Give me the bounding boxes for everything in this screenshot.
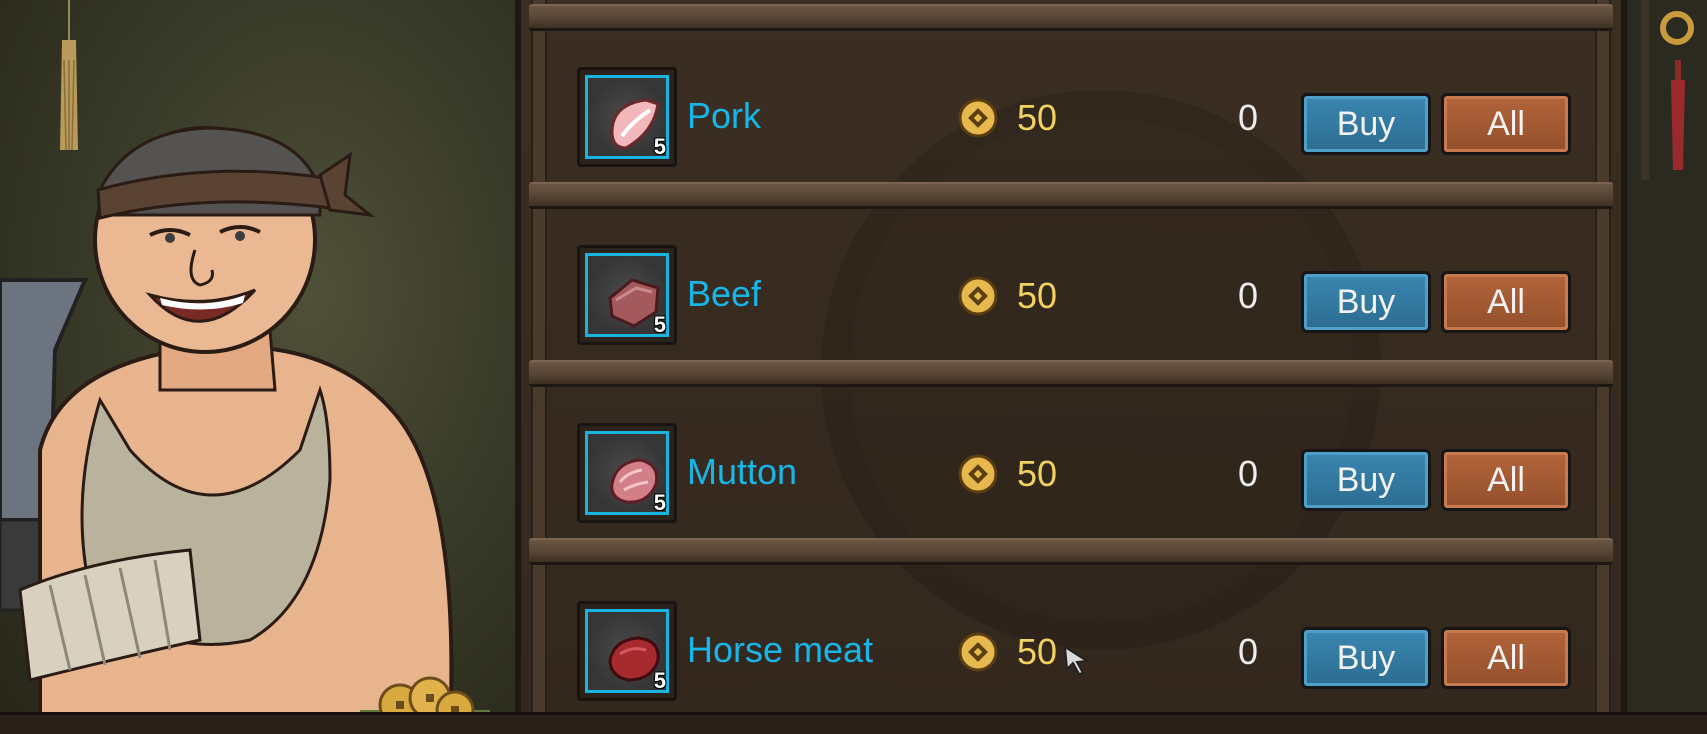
item-name: Pork xyxy=(687,95,762,136)
item-slot[interactable]: 5 xyxy=(577,601,677,701)
item-price: 50 xyxy=(1017,631,1058,672)
shop-item-row-mutton: 5 Mutton 50 0 Buy All xyxy=(561,413,1601,523)
coin-icon xyxy=(958,276,998,316)
shop-item-row-pork: 5 Pork 50 0 Buy All xyxy=(561,57,1601,167)
mouse-cursor-icon xyxy=(1063,645,1090,675)
item-quantity: 5 xyxy=(653,134,666,159)
buy-all-button[interactable]: All xyxy=(1441,627,1571,689)
item-price: 50 xyxy=(1017,453,1058,494)
item-name: Beef xyxy=(687,273,762,314)
shelf-divider xyxy=(529,360,1613,387)
item-price: 50 xyxy=(1017,97,1058,138)
coin-icon xyxy=(958,454,998,494)
item-name: Mutton xyxy=(687,451,798,492)
buy-button[interactable]: Buy xyxy=(1301,93,1431,155)
buy-button[interactable]: Buy xyxy=(1301,449,1431,511)
item-owned-count: 0 xyxy=(1237,97,1259,138)
item-name: Horse meat xyxy=(687,629,874,670)
item-slot[interactable]: 5 xyxy=(577,423,677,523)
item-slot[interactable]: 5 xyxy=(577,67,677,167)
item-slot[interactable]: 5 xyxy=(577,245,677,345)
item-owned-count: 0 xyxy=(1237,631,1259,672)
item-quantity: 5 xyxy=(653,490,666,515)
hanging-coin-charm-icon xyxy=(1641,0,1694,731)
buy-all-button[interactable]: All xyxy=(1441,93,1571,155)
shelf-divider xyxy=(529,538,1613,565)
coin-icon xyxy=(958,632,998,672)
buy-all-button[interactable]: All xyxy=(1441,449,1571,511)
shelf-divider xyxy=(529,4,1613,31)
item-quantity: 5 xyxy=(653,668,666,693)
buy-button[interactable]: Buy xyxy=(1301,627,1431,689)
buy-all-button[interactable]: All xyxy=(1441,271,1571,333)
coin-icon xyxy=(958,98,998,138)
shelf-divider xyxy=(529,182,1613,209)
right-side-decoration xyxy=(1627,0,1707,731)
butcher-portrait xyxy=(0,126,454,731)
item-owned-count: 0 xyxy=(1237,453,1259,494)
item-price: 50 xyxy=(1017,275,1058,316)
shop-panel: 5 Pork 50 0 Buy All 5 Beef 50 0 Buy All … xyxy=(515,0,1627,731)
buy-button[interactable]: Buy xyxy=(1301,271,1431,333)
shop-item-row-beef: 5 Beef 50 0 Buy All xyxy=(561,235,1601,345)
item-owned-count: 0 xyxy=(1237,275,1259,316)
item-quantity: 5 xyxy=(653,312,666,337)
shopkeeper-scene xyxy=(0,0,515,731)
